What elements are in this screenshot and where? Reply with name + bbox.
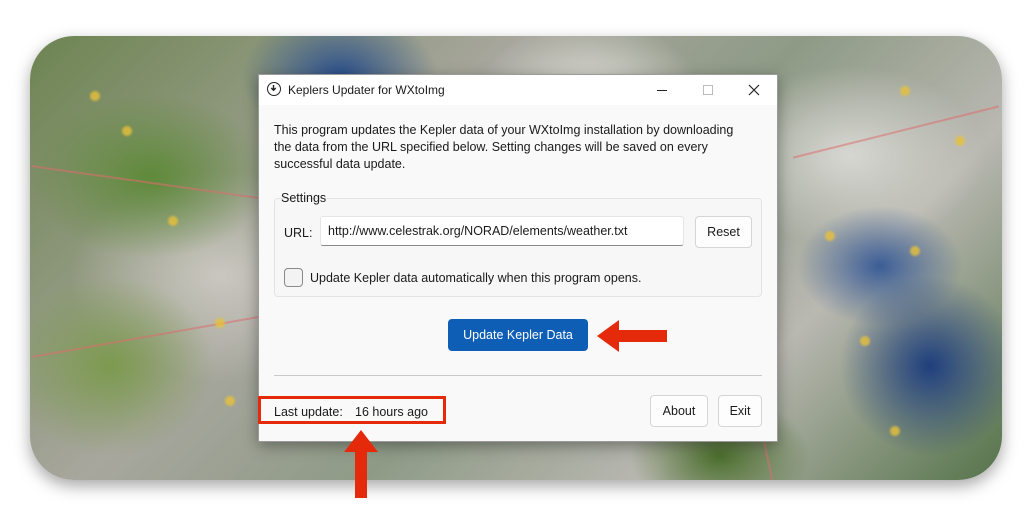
title-bar[interactable]: Keplers Updater for WXtoImg bbox=[259, 75, 777, 105]
map-marker bbox=[955, 136, 965, 146]
last-update-highlight-box bbox=[258, 396, 446, 424]
arrow-left-icon bbox=[597, 320, 667, 352]
map-marker bbox=[860, 336, 870, 346]
auto-update-label[interactable]: Update Kepler data automatically when th… bbox=[310, 271, 641, 285]
exit-button[interactable]: Exit bbox=[718, 395, 762, 427]
map-marker bbox=[825, 231, 835, 241]
map-marker bbox=[122, 126, 132, 136]
url-input[interactable] bbox=[320, 216, 684, 246]
map-marker bbox=[168, 216, 178, 226]
settings-group-label: Settings bbox=[281, 191, 327, 205]
update-kepler-data-button[interactable]: Update Kepler Data bbox=[448, 319, 588, 351]
map-marker bbox=[215, 318, 225, 328]
maximize-icon bbox=[703, 85, 713, 95]
map-marker bbox=[90, 91, 100, 101]
map-grid-line bbox=[792, 105, 1000, 159]
keplers-updater-window: Keplers Updater for WXtoImg This program… bbox=[258, 74, 778, 442]
reset-button[interactable]: Reset bbox=[695, 216, 752, 248]
map-marker bbox=[900, 86, 910, 96]
minimize-button[interactable] bbox=[639, 75, 685, 105]
description-text: This program updates the Kepler data of … bbox=[274, 123, 734, 171]
arrow-up-icon bbox=[344, 430, 378, 498]
map-marker bbox=[225, 396, 235, 406]
window-title: Keplers Updater for WXtoImg bbox=[288, 83, 445, 97]
url-label: URL: bbox=[284, 226, 313, 240]
maximize-button[interactable] bbox=[685, 75, 731, 105]
map-marker bbox=[890, 426, 900, 436]
close-button[interactable] bbox=[731, 75, 777, 105]
auto-update-checkbox[interactable] bbox=[284, 268, 303, 287]
divider bbox=[274, 375, 762, 376]
minimize-icon bbox=[657, 90, 667, 91]
map-marker bbox=[910, 246, 920, 256]
close-icon bbox=[748, 84, 760, 96]
download-circle-icon bbox=[267, 82, 281, 96]
about-button[interactable]: About bbox=[650, 395, 708, 427]
